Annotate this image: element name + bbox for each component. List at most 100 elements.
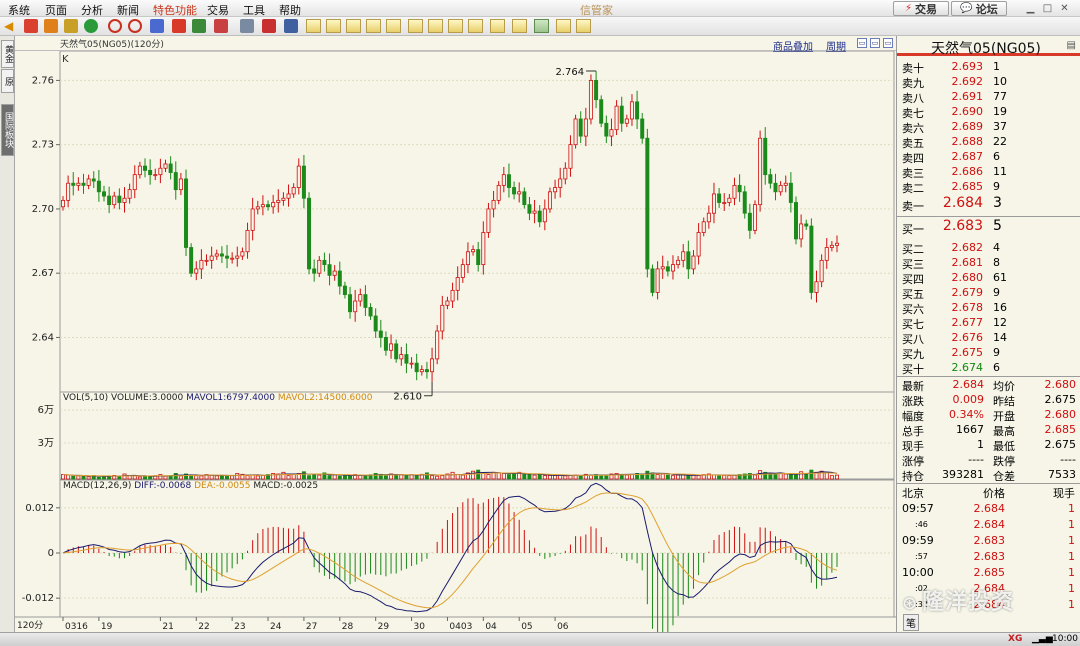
volume-legend-item: MAVOL1:6797.4000 [183,393,275,403]
back-arrow-icon[interactable]: ◀ [4,19,18,33]
period-1-button[interactable] [306,19,321,33]
volume-bar [547,475,552,480]
sell-row[interactable]: 卖七 2.690 19 [897,104,1080,120]
menu-analysis[interactable]: 分析 [81,2,103,18]
buy-price: 2.676 [951,331,984,344]
volume-bar [348,475,353,480]
period-3-button[interactable] [346,19,361,33]
menu-system[interactable]: 系统 [8,2,30,18]
expand-icon[interactable]: ▭ [883,38,893,48]
volume-bar [783,473,788,480]
x-tick-label: 30 [414,622,426,632]
period-4-button[interactable] [366,19,381,33]
side-tab-international[interactable]: 国际板块 [1,104,14,156]
menu-features[interactable]: 特色功能 [153,2,197,18]
candle-body [460,264,465,278]
period-8-button[interactable] [448,19,463,33]
menu-news[interactable]: 新闻 [117,2,139,18]
candle-body [829,244,834,248]
chart-canvas[interactable]: 2.76 2.73 2.70 2.67 2.64 K 2.764 2.610 6万 3万 VOL(5… [15,51,896,632]
period-11-button[interactable] [512,19,527,33]
x-tick-label: 06 [557,622,569,632]
buy-row[interactable]: 买一 2.683 5 [897,217,1080,240]
sell-row[interactable]: 卖十 2.693 1 [897,59,1080,75]
buy-row[interactable]: 买三 2.681 8 [897,255,1080,271]
buy-row[interactable]: 买五 2.679 9 [897,285,1080,301]
sell-row[interactable]: 卖六 2.689 37 [897,119,1080,135]
buy-row[interactable]: 买六 2.678 16 [897,300,1080,316]
menu-page[interactable]: 页面 [45,2,67,18]
sell-row[interactable]: 卖五 2.688 22 [897,134,1080,150]
brush-icon[interactable] [192,19,206,33]
zoom-out-icon[interactable] [128,19,142,33]
candle-body [465,251,470,266]
sell-volume: 6 [993,150,1000,163]
candle-body [266,204,271,208]
sell-row[interactable]: 卖二 2.685 9 [897,179,1080,195]
minimize-icon[interactable]: ▁ [1024,2,1037,15]
trade-row: :57 2.683 1 [897,549,1080,565]
home-icon[interactable] [24,19,38,33]
buy-row[interactable]: 买九 2.675 9 [897,345,1080,361]
side-tab-crude[interactable]: 原 [1,69,14,93]
volume-bar [435,475,440,480]
settings-icon[interactable]: ▤ [1067,40,1076,51]
macd-legend-item: MACD(12,26,9) [63,481,131,491]
candle-body [363,294,368,308]
buy-price: 2.680 [951,271,984,284]
buy-row[interactable]: 买四 2.680 61 [897,270,1080,286]
close-icon[interactable]: ✕ [1058,2,1071,15]
grid-icon[interactable] [64,19,78,33]
period-2-button[interactable] [326,19,341,33]
menu-trade[interactable]: 交易 [207,2,229,18]
draw-pen-icon[interactable] [172,19,186,33]
candle-body [250,208,255,231]
sell-row[interactable]: 卖三 2.686 11 [897,164,1080,180]
candle-body [722,202,727,204]
buy-row[interactable]: 买十 2.674 6 [897,360,1080,376]
volume-bar [235,473,240,480]
cursor-icon[interactable] [150,19,164,33]
period-selected-button[interactable] [534,19,549,33]
buy-volume: 16 [993,301,1007,314]
forum-button[interactable]: 💬 论坛 [951,1,1007,16]
zoom-in-icon[interactable] [108,19,122,33]
period-label: 120分 [17,620,43,631]
period-13-button[interactable] [556,19,571,33]
sell-row[interactable]: 卖八 2.691 77 [897,89,1080,105]
volume-bar [189,475,194,480]
trade-button[interactable]: ⚡ 交易 [893,1,949,16]
refresh-icon[interactable] [84,19,98,33]
stat-value: 1667 [956,423,984,436]
buy-row[interactable]: 买二 2.682 4 [897,240,1080,256]
split-icon[interactable]: ▭ [870,38,880,48]
candle-body [271,202,276,208]
chart-line-icon[interactable] [262,19,276,33]
period-9-button[interactable] [468,19,483,33]
candle-body [178,178,183,191]
sell-row[interactable]: 卖一 2.684 3 [897,194,1080,217]
maximize-icon[interactable]: □ [1041,2,1054,15]
table-icon[interactable] [240,19,254,33]
period-14-button[interactable] [576,19,591,33]
sell-row[interactable]: 卖九 2.692 10 [897,74,1080,90]
candle-body [553,187,558,193]
buy-row[interactable]: 买七 2.677 12 [897,315,1080,331]
period-6-button[interactable] [408,19,423,33]
menu-help[interactable]: 帮助 [279,2,301,18]
trades-tab[interactable]: 笔 [903,614,919,631]
layout-icon[interactable]: ▭ [857,38,867,48]
menu-tools[interactable]: 工具 [243,2,265,18]
side-tab-gold[interactable]: 黄金 [1,40,14,68]
bar-chart-icon[interactable] [284,19,298,33]
candle-body [691,255,696,270]
funnel-icon[interactable] [214,19,228,33]
candle-body [312,268,317,274]
sell-row[interactable]: 卖四 2.687 6 [897,149,1080,165]
book-icon[interactable] [44,19,58,33]
period-7-button[interactable] [428,19,443,33]
buy-row[interactable]: 买八 2.676 14 [897,330,1080,346]
period-10-button[interactable] [490,19,505,33]
period-5-button[interactable] [386,19,401,33]
quote-title: 天然气05(NG05) [931,41,1041,57]
